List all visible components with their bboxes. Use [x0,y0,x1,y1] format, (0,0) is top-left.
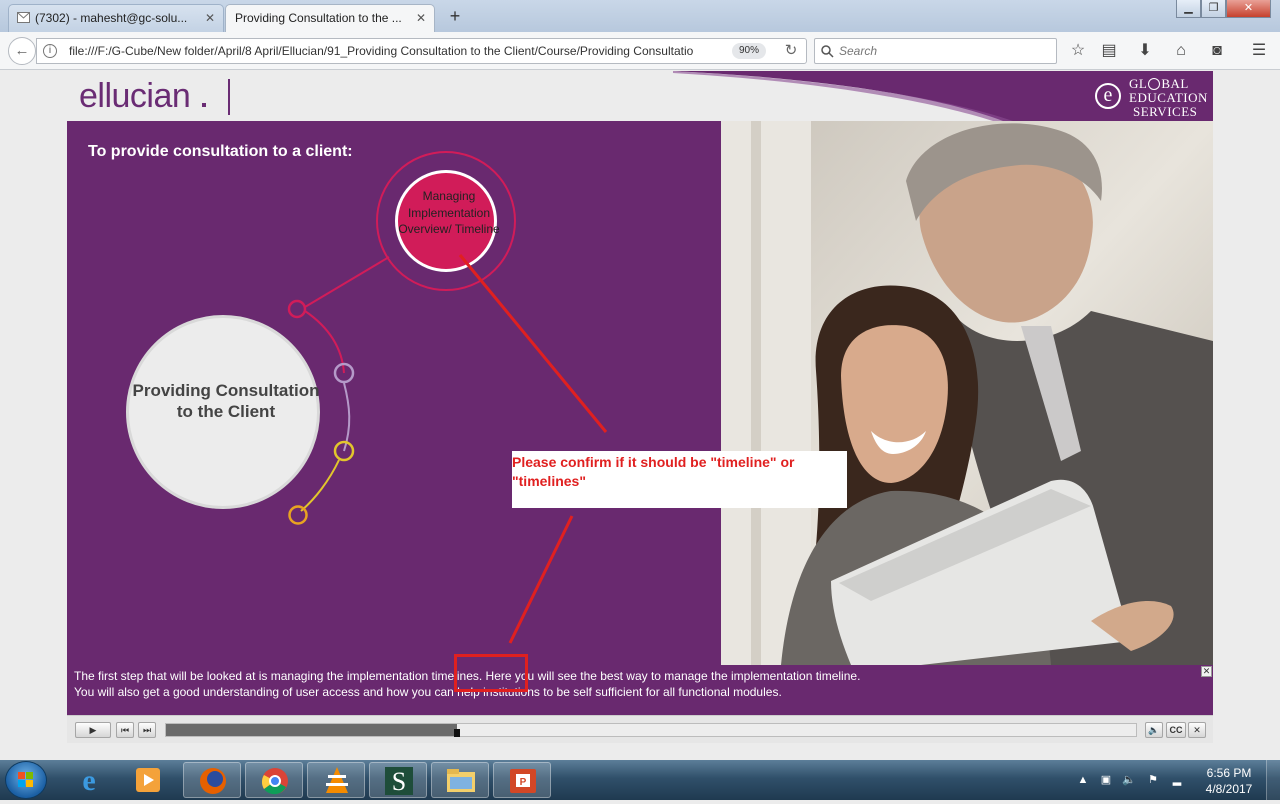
action-center-icon[interactable]: ⚑ [1146,773,1160,787]
caption-bar: ✕ The first step that will be looked at … [67,665,1213,715]
url-text[interactable]: file:///F:/G-Cube/New folder/April/8 Apr… [69,44,743,58]
back-button[interactable]: ← [8,37,36,65]
slide-content: To provide consultation to a client: Pro… [67,121,721,665]
internet-explorer-icon[interactable]: e [61,762,117,798]
active-topic-label: Managing Implementation Overview/ Timeli… [398,189,500,236]
photo-illustration [721,121,1213,665]
review-comment-box: Please confirm if it should be "timeline… [512,451,847,508]
windows-taskbar: e S P ▲ ▣ 🔈 ⚑ ▂ 6:56 PM 4/8/2017 [0,760,1280,800]
rewind-button[interactable]: ⏮ [116,722,134,738]
review-comment: Please confirm if it should be "timeline… [512,454,795,489]
ges-logo-line3: SERVICES [1133,104,1198,119]
show-hidden-icons[interactable]: ▲ [1076,773,1090,787]
window-close-button[interactable]: ✕ [1226,0,1271,18]
search-input[interactable]: Search [814,38,1057,64]
globe-icon [1148,78,1161,90]
play-button[interactable]: ▶ [75,722,111,738]
tab-mail[interactable]: (7302) - mahesht@gc-solu... ✕ [8,4,224,32]
powerpoint-icon[interactable]: P [493,762,551,798]
navigation-bar: ← i file:///F:/G-Cube/New folder/April/8… [0,32,1280,70]
tab-course-label: Providing Consultation to the ... [235,11,402,25]
caption-close-icon[interactable]: ✕ [1201,666,1212,677]
network-device-icon[interactable]: ▣ [1099,773,1113,787]
node-red[interactable] [287,299,307,319]
show-desktop-button[interactable] [1266,760,1280,800]
main-topic-circle: Providing Consultation to the Client [126,315,320,509]
course-header: ellucian e GL BAL EDUCATION SERVICES [67,71,1213,121]
clock-time[interactable]: 6:56 PM [1202,766,1256,780]
arc-segment-yellow [300,459,340,512]
logo-divider [228,79,230,115]
volume-icon[interactable]: 🔈 [1145,722,1163,738]
search-icon [821,45,834,58]
progress-bar[interactable] [165,723,1137,737]
signal-icon[interactable]: ▂ [1170,773,1184,787]
ellucian-logo: ellucian [79,77,191,115]
app-s-icon[interactable]: S [369,762,427,798]
restore-button[interactable]: ❐ [1201,0,1226,18]
file-explorer-icon[interactable] [431,762,489,798]
main-topic-label: Providing Consultation to the Client [132,381,320,421]
arc-segment-red [304,310,345,374]
caption-line-2: You will also get a good understanding o… [74,685,782,699]
forward-button[interactable]: ⏭ [138,722,156,738]
highlight-rectangle [454,654,528,692]
media-player-icon[interactable] [120,762,176,798]
cc-button[interactable]: CC [1166,722,1186,738]
chrome-icon[interactable] [245,762,303,798]
speaker-icon[interactable]: 🔈 [1122,773,1136,787]
progress-fill [166,724,457,736]
svg-text:S: S [392,767,406,796]
start-button[interactable] [5,761,47,799]
progress-thumb[interactable] [454,729,460,737]
svg-text:e: e [82,764,95,797]
zoom-indicator[interactable]: 90% [732,43,766,59]
player-controls: ▶ ⏮ ⏭ 🔈 CC ✕ [67,715,1213,743]
logo-dot [202,103,206,107]
close-tab-icon[interactable]: ✕ [205,11,215,25]
new-tab-button[interactable]: + [444,6,466,26]
tab-mail-label: (7302) - mahesht@gc-solu... [35,11,188,25]
ges-e-icon: e [1095,83,1121,109]
node-orange[interactable] [288,505,308,525]
home-icon[interactable]: ⌂ [1171,41,1191,61]
info-icon[interactable]: i [43,44,57,58]
menu-icon[interactable]: ☰ [1249,41,1269,61]
pocket-icon[interactable]: ◙ [1207,41,1227,61]
connector-line [304,256,390,308]
clock-date[interactable]: 4/8/2017 [1202,782,1256,796]
browser-tab-bar: (7302) - mahesht@gc-solu... ✕ Providing … [0,0,1280,32]
close-tab-icon[interactable]: ✕ [416,11,426,25]
firefox-icon[interactable] [183,762,241,798]
active-topic-node[interactable]: Managing Implementation Overview/ Timeli… [395,170,500,272]
url-bar[interactable]: i file:///F:/G-Cube/New folder/April/8 A… [36,38,807,64]
download-icon[interactable]: ⬇ [1135,41,1155,61]
vlc-icon[interactable] [307,762,365,798]
player-close-button[interactable]: ✕ [1188,722,1206,738]
svg-text:P: P [520,777,527,788]
mail-icon [17,12,30,23]
windows-logo-icon [18,772,33,787]
tab-course[interactable]: Providing Consultation to the ... ✕ [225,4,435,32]
photo-business-people [721,121,1213,665]
star-icon[interactable]: ☆ [1068,41,1088,61]
minimize-button[interactable]: ▁ [1176,0,1201,18]
reader-icon[interactable]: ▤ [1099,41,1119,61]
course-player: ellucian e GL BAL EDUCATION SERVICES To p… [67,71,1213,743]
search-placeholder: Search [839,44,878,58]
global-education-services-logo: e GL BAL EDUCATION SERVICES [1089,74,1209,119]
reload-icon[interactable]: ↻ [781,41,801,61]
